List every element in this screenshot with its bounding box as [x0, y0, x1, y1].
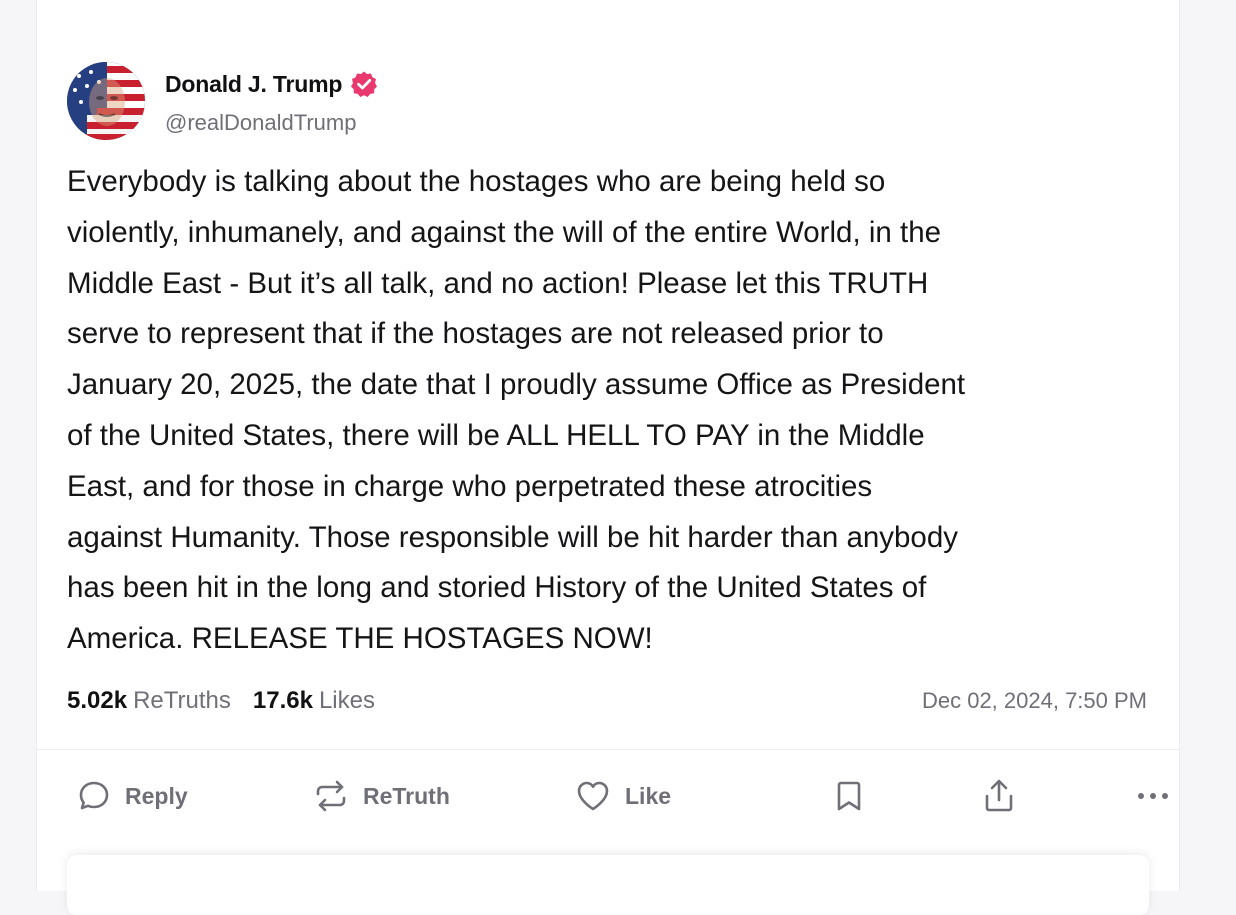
- author-info: Donald J. Trump @realDonaldTrump: [165, 62, 378, 136]
- retruths-count: 5.02k: [67, 687, 128, 714]
- reply-button[interactable]: Reply: [77, 772, 188, 820]
- reply-icon: [77, 779, 111, 813]
- post-header: Donald J. Trump @realDonaldTrump: [67, 62, 378, 142]
- likes-label: Likes: [318, 687, 375, 714]
- bookmark-button[interactable]: [834, 772, 864, 820]
- retruths-label: ReTruths: [133, 687, 231, 714]
- reply-composer-card[interactable]: [67, 855, 1149, 915]
- action-bar: Reply ReTruth Like: [77, 772, 1168, 820]
- like-button[interactable]: Like: [575, 772, 671, 820]
- likes-count: 17.6k: [252, 687, 313, 714]
- post-timestamp: Dec 02, 2024, 7:50 PM: [921, 688, 1147, 713]
- author-handle[interactable]: @realDonaldTrump: [165, 110, 378, 136]
- verified-badge-icon: [350, 70, 378, 98]
- like-icon: [575, 779, 611, 813]
- bookmark-icon: [834, 779, 864, 813]
- share-button[interactable]: [982, 772, 1016, 820]
- like-label: Like: [625, 782, 672, 809]
- avatar[interactable]: [67, 62, 145, 140]
- display-name[interactable]: Donald J. Trump: [165, 71, 342, 98]
- retruths-stat[interactable]: 5.02k ReTruths: [67, 687, 231, 715]
- likes-stat[interactable]: 17.6k Likes: [253, 687, 375, 715]
- more-icon: [1135, 790, 1171, 802]
- retruth-button[interactable]: ReTruth: [313, 772, 450, 820]
- post-stats: 5.02k ReTruths 17.6k Likes Dec 02, 2024,…: [67, 683, 1147, 719]
- reply-label: Reply: [125, 782, 188, 809]
- retruth-label: ReTruth: [363, 782, 450, 809]
- share-icon: [982, 778, 1016, 814]
- divider: [37, 749, 1179, 750]
- post-card: Donald J. Trump @realDonaldTrump Everybo…: [36, 0, 1180, 915]
- post-text: Everybody is talking about the hostages …: [67, 165, 966, 656]
- retruth-icon: [313, 779, 349, 813]
- more-options-button[interactable]: [1135, 772, 1171, 820]
- name-row: Donald J. Trump: [165, 70, 378, 98]
